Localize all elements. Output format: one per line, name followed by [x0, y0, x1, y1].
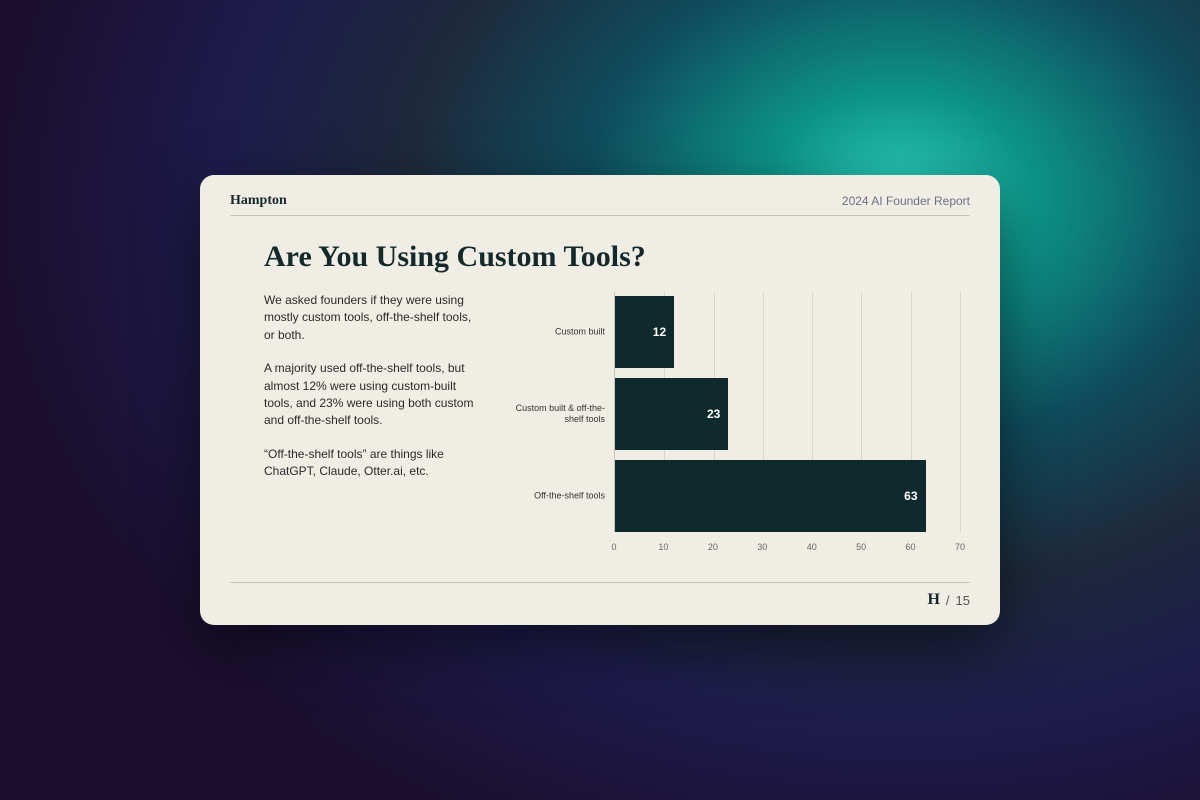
category-label: Custom built [505, 327, 615, 338]
category-label: Off-the-shelf tools [505, 491, 615, 502]
x-tick-label: 20 [708, 542, 718, 552]
x-tick-label: 40 [807, 542, 817, 552]
plot-area: Custom built12 Custom built & off-the-she… [614, 292, 960, 532]
bar-value-label: 12 [653, 325, 666, 339]
brand-wordmark: Hampton [230, 193, 287, 209]
x-tick-label: 50 [856, 542, 866, 552]
bar-value-label: 63 [904, 489, 917, 503]
slide-header: Hampton 2024 AI Founder Report [230, 193, 970, 216]
x-tick-label: 60 [906, 542, 916, 552]
page-number: 15 [956, 593, 970, 608]
bar-row: Custom built12 [615, 296, 960, 368]
chart-column: Custom built12Custom built & off-the-she… [504, 292, 970, 572]
footer-logo: H [927, 591, 939, 609]
paragraph: We asked founders if they were using mos… [264, 292, 474, 344]
slide-footer: H / 15 [230, 582, 970, 609]
x-tick-label: 30 [757, 542, 767, 552]
bar: 63 [615, 460, 926, 532]
bar: 23 [615, 378, 728, 450]
report-slide: Hampton 2024 AI Founder Report Are You U… [200, 175, 1000, 625]
bar-row: Off-the-shelf tools63 [615, 460, 960, 532]
bar-value-label: 23 [707, 407, 720, 421]
paragraph: “Off-the-shelf tools” are things like Ch… [264, 446, 474, 481]
paragraph: A majority used off-the-shelf tools, but… [264, 360, 474, 430]
bar-chart: Custom built12 Custom built & off-the-she… [614, 292, 960, 552]
slide-content: We asked founders if they were using mos… [230, 292, 970, 572]
bar: 12 [615, 296, 674, 368]
page-separator: / [946, 593, 950, 608]
description-column: We asked founders if they were using mos… [264, 292, 474, 572]
x-tick-label: 70 [955, 542, 965, 552]
grid-line [960, 292, 961, 532]
bar-row: Custom built & off-the-shelf tools23 [615, 378, 960, 450]
report-title: 2024 AI Founder Report [842, 194, 970, 208]
x-tick-label: 10 [658, 542, 668, 552]
category-label: Custom built & off-the-shelf tools [505, 403, 615, 425]
slide-title: Are You Using Custom Tools? [264, 240, 970, 274]
x-tick-label: 0 [611, 542, 616, 552]
